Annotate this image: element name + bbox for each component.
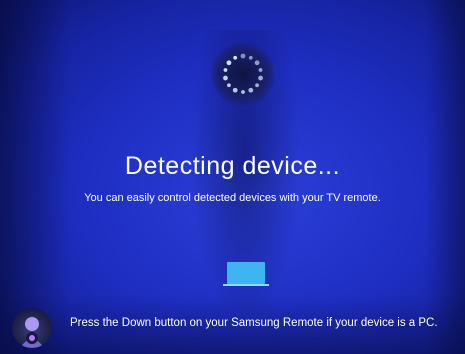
spinner-dot bbox=[233, 55, 238, 60]
laptop-icon bbox=[223, 262, 269, 288]
user-avatar-icon bbox=[12, 308, 52, 348]
spinner-dot bbox=[223, 68, 228, 72]
spinner-dot bbox=[248, 55, 253, 60]
spinner-dot bbox=[258, 68, 263, 72]
spinner-dot bbox=[232, 87, 238, 93]
spinner-dot bbox=[255, 83, 259, 88]
spinner-dot bbox=[254, 60, 260, 66]
spinner-dot bbox=[240, 53, 246, 59]
page-title: Detecting device... bbox=[124, 152, 341, 180]
spinner-dot bbox=[223, 75, 228, 81]
page-subtitle: You can easily control detected devices … bbox=[84, 192, 381, 204]
spinner-dot bbox=[227, 83, 231, 88]
spinner-dot bbox=[258, 75, 263, 81]
tv-screen: Detecting device... You can easily contr… bbox=[0, 0, 465, 354]
laptop-base bbox=[223, 284, 269, 286]
spinner-dot bbox=[248, 87, 254, 93]
spinner-dot bbox=[241, 90, 245, 94]
hint-text: Press the Down button on your Samsung Re… bbox=[70, 317, 438, 329]
laptop-screen bbox=[227, 262, 265, 284]
loading-spinner-icon bbox=[211, 42, 275, 106]
spinner-dot bbox=[226, 60, 232, 66]
